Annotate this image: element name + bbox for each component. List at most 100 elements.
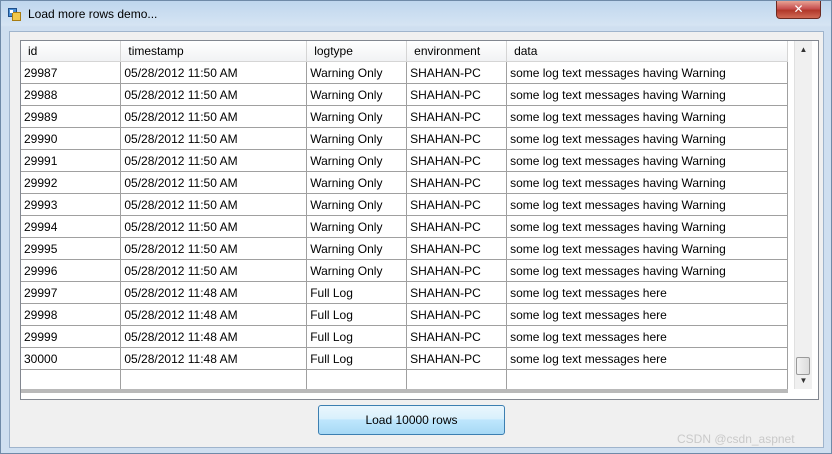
table-cell-id[interactable]: 29987 — [21, 61, 122, 84]
table-cell-environment[interactable] — [406, 369, 508, 389]
table-row[interactable]: 29988 05/28/2012 11:50 AM Warning Only SHAH… — [21, 83, 788, 106]
table-row[interactable]: 29989 05/28/2012 11:50 AM Warning Only SHAH… — [21, 105, 788, 128]
table-cell-environment[interactable]: SHAHAN-PC — [406, 281, 508, 304]
table-row[interactable]: 29997 05/28/2012 11:48 AM Full Log SHAHAN-P… — [21, 281, 788, 304]
column-header-timestamp[interactable]: timestamp — [120, 41, 308, 62]
table-cell-logtype[interactable]: Warning Only — [306, 83, 408, 106]
table-cell-logtype[interactable]: Warning Only — [306, 215, 408, 238]
vertical-scrollbar[interactable]: ▲ ▼ — [794, 41, 812, 389]
table-cell-logtype[interactable]: Warning Only — [306, 237, 408, 260]
table-cell-logtype[interactable]: Warning Only — [306, 105, 408, 128]
table-cell-logtype[interactable]: Warning Only — [306, 127, 408, 150]
table-cell-id[interactable]: 29994 — [21, 215, 122, 238]
table-row[interactable] — [21, 369, 788, 389]
table-cell-id[interactable]: 29996 — [21, 259, 122, 282]
table-cell-data[interactable]: some log text messages having Warning — [506, 149, 788, 172]
table-cell-timestamp[interactable]: 05/28/2012 11:50 AM — [120, 61, 308, 84]
table-cell-logtype[interactable]: Warning Only — [306, 171, 408, 194]
table-row[interactable]: 29991 05/28/2012 11:50 AM Warning Only SHAH… — [21, 149, 788, 172]
table-cell-timestamp[interactable]: 05/28/2012 11:50 AM — [120, 193, 308, 216]
table-cell-id[interactable]: 29999 — [21, 325, 122, 348]
data-grid[interactable]: id timestamp logtype environment data 29987 0… — [20, 40, 819, 400]
table-cell-timestamp[interactable]: 05/28/2012 11:50 AM — [120, 127, 308, 150]
title-bar[interactable]: Load more rows demo... ✕ — [1, 1, 831, 27]
table-row[interactable]: 29996 05/28/2012 11:50 AM Warning Only SHAH… — [21, 259, 788, 282]
table-cell-timestamp[interactable]: 05/28/2012 11:48 AM — [120, 325, 308, 348]
table-row[interactable]: 29992 05/28/2012 11:50 AM Warning Only SHAH… — [21, 171, 788, 194]
table-cell-data[interactable]: some log text messages here — [506, 347, 788, 370]
table-cell-id[interactable]: 29988 — [21, 83, 122, 106]
table-cell-data[interactable]: some log text messages having Warning — [506, 83, 788, 106]
table-cell-data[interactable]: some log text messages having Warning — [506, 237, 788, 260]
scroll-up-icon[interactable]: ▲ — [795, 41, 812, 58]
table-cell-environment[interactable]: SHAHAN-PC — [406, 127, 508, 150]
table-cell-data[interactable]: some log text messages having Warning — [506, 259, 788, 282]
table-cell-timestamp[interactable]: 05/28/2012 11:50 AM — [120, 215, 308, 238]
table-cell-timestamp[interactable]: 05/28/2012 11:50 AM — [120, 149, 308, 172]
table-cell-id[interactable]: 29989 — [21, 105, 122, 128]
table-cell-logtype[interactable]: Full Log — [306, 303, 408, 326]
table-cell-timestamp[interactable]: 05/28/2012 11:50 AM — [120, 259, 308, 282]
table-cell-id[interactable]: 29993 — [21, 193, 122, 216]
table-row[interactable]: 30000 05/28/2012 11:48 AM Full Log SHAHAN-P… — [21, 347, 788, 370]
table-cell-logtype[interactable]: Warning Only — [306, 259, 408, 282]
table-cell-timestamp[interactable]: 05/28/2012 11:50 AM — [120, 237, 308, 260]
table-cell-logtype[interactable]: Warning Only — [306, 149, 408, 172]
table-cell-environment[interactable]: SHAHAN-PC — [406, 61, 508, 84]
table-cell-environment[interactable]: SHAHAN-PC — [406, 347, 508, 370]
table-row[interactable]: 29987 05/28/2012 11:50 AM Warning Only SHAH… — [21, 61, 788, 84]
table-cell-id[interactable]: 29997 — [21, 281, 122, 304]
table-cell-environment[interactable]: SHAHAN-PC — [406, 105, 508, 128]
table-cell-logtype[interactable]: Warning Only — [306, 193, 408, 216]
table-cell-id[interactable] — [21, 369, 122, 389]
table-cell-data[interactable]: some log text messages having Warning — [506, 127, 788, 150]
table-cell-data[interactable]: some log text messages here — [506, 281, 788, 304]
table-cell-timestamp[interactable]: 05/28/2012 11:48 AM — [120, 347, 308, 370]
table-cell-environment[interactable]: SHAHAN-PC — [406, 237, 508, 260]
table-cell-data[interactable]: some log text messages having Warning — [506, 61, 788, 84]
table-cell-environment[interactable]: SHAHAN-PC — [406, 303, 508, 326]
table-cell-data[interactable]: some log text messages having Warning — [506, 105, 788, 128]
table-cell-timestamp[interactable]: 05/28/2012 11:48 AM — [120, 303, 308, 326]
table-cell-logtype[interactable] — [306, 369, 408, 389]
table-cell-data[interactable] — [506, 369, 788, 389]
table-row[interactable]: 29999 05/28/2012 11:48 AM Full Log SHAHAN-P… — [21, 325, 788, 348]
table-cell-id[interactable]: 29992 — [21, 171, 122, 194]
table-row[interactable]: 29990 05/28/2012 11:50 AM Warning Only SHAH… — [21, 127, 788, 150]
column-header-id[interactable]: id — [21, 41, 122, 62]
table-cell-logtype[interactable]: Full Log — [306, 347, 408, 370]
table-cell-logtype[interactable]: Warning Only — [306, 61, 408, 84]
table-cell-environment[interactable]: SHAHAN-PC — [406, 215, 508, 238]
table-row[interactable]: 29998 05/28/2012 11:48 AM Full Log SHAHAN-P… — [21, 303, 788, 326]
table-cell-environment[interactable]: SHAHAN-PC — [406, 325, 508, 348]
table-cell-environment[interactable]: SHAHAN-PC — [406, 83, 508, 106]
table-cell-data[interactable]: some log text messages here — [506, 325, 788, 348]
table-cell-environment[interactable]: SHAHAN-PC — [406, 171, 508, 194]
table-cell-data[interactable]: some log text messages having Warning — [506, 215, 788, 238]
column-header-data[interactable]: data — [506, 41, 788, 62]
column-header-environment[interactable]: environment — [406, 41, 508, 62]
table-cell-data[interactable]: some log text messages here — [506, 303, 788, 326]
table-cell-id[interactable]: 29991 — [21, 149, 122, 172]
table-cell-timestamp[interactable]: 05/28/2012 11:50 AM — [120, 105, 308, 128]
table-cell-logtype[interactable]: Full Log — [306, 281, 408, 304]
table-cell-logtype[interactable]: Full Log — [306, 325, 408, 348]
close-button[interactable]: ✕ — [776, 1, 821, 19]
table-cell-timestamp[interactable] — [120, 369, 308, 389]
table-cell-timestamp[interactable]: 05/28/2012 11:50 AM — [120, 171, 308, 194]
table-cell-id[interactable]: 29998 — [21, 303, 122, 326]
scroll-down-icon[interactable]: ▼ — [795, 372, 812, 389]
table-row[interactable]: 29993 05/28/2012 11:50 AM Warning Only SHAH… — [21, 193, 788, 216]
table-cell-environment[interactable]: SHAHAN-PC — [406, 259, 508, 282]
table-cell-environment[interactable]: SHAHAN-PC — [406, 193, 508, 216]
load-rows-button[interactable]: Load 10000 rows — [318, 405, 505, 435]
table-row[interactable]: 29995 05/28/2012 11:50 AM Warning Only SHAH… — [21, 237, 788, 260]
table-cell-environment[interactable]: SHAHAN-PC — [406, 149, 508, 172]
table-cell-id[interactable]: 30000 — [21, 347, 122, 370]
table-cell-id[interactable]: 29995 — [21, 237, 122, 260]
column-header-logtype[interactable]: logtype — [306, 41, 408, 62]
table-cell-data[interactable]: some log text messages having Warning — [506, 193, 788, 216]
table-cell-timestamp[interactable]: 05/28/2012 11:50 AM — [120, 83, 308, 106]
table-cell-data[interactable]: some log text messages having Warning — [506, 171, 788, 194]
table-cell-timestamp[interactable]: 05/28/2012 11:48 AM — [120, 281, 308, 304]
